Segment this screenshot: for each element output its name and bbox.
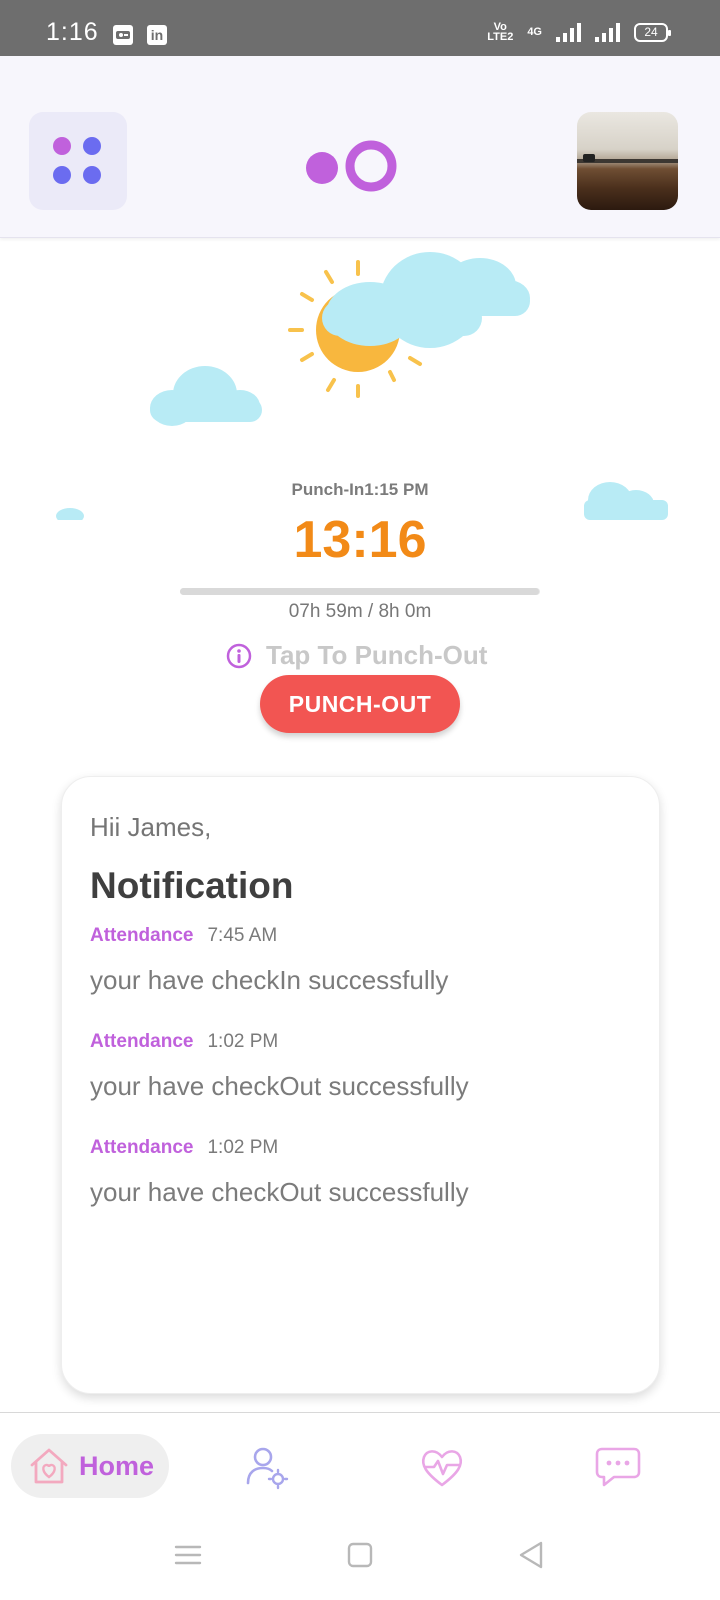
info-icon [226,643,252,668]
heart-pulse-icon[interactable] [418,1443,466,1491]
cloud-icon [322,252,530,348]
home-icon [30,1448,68,1484]
signal-icon-2 [595,22,620,42]
nav-home-label: Home [79,1450,155,1481]
hours-worked: 07h 59m / 8h 0m [288,601,432,622]
notification-message: your have checkIn successfully [90,965,449,995]
profile-avatar[interactable] [577,112,678,210]
app-header [0,56,720,238]
notification-category: Attendance [90,925,194,946]
notification-time: 7:45 AM [207,925,278,946]
punch-hint-text: Tap To Punch-Out [266,640,488,670]
network-4g-indicator: 4G [527,26,542,38]
status-time: 1:16 [46,18,99,46]
home-system-icon[interactable] [343,1538,377,1572]
system-navigation [0,1522,720,1600]
menu-button[interactable] [29,112,127,210]
user-settings-icon[interactable] [244,1443,292,1491]
notification-title: Notification [90,865,294,906]
notification-item[interactable]: Attendance 1:02 PM your have checkOut su… [90,1031,650,1102]
notification-time: 1:02 PM [207,1137,279,1158]
weather-illustration [56,252,668,520]
notification-card: Hii James, Notification Attendance 7:45 … [61,776,660,1394]
notification-category: Attendance [90,1137,194,1158]
back-icon[interactable] [514,1538,548,1572]
notification-item[interactable]: Attendance 1:02 PM your have checkOut su… [90,1137,650,1208]
signal-icon [556,22,581,42]
current-time: 13:16 [293,511,427,569]
punch-out-button[interactable]: PUNCH-OUT [260,675,460,733]
notification-message: your have checkOut successfully [90,1071,469,1101]
chat-icon[interactable] [594,1443,642,1491]
app-logo [306,140,397,192]
linkedin-icon: in [147,25,167,45]
work-progress-bar [180,588,540,595]
recent-apps-icon[interactable] [171,1538,205,1572]
cloud-icon-small [150,366,262,426]
notification-time: 1:02 PM [207,1031,279,1052]
battery-icon: 24 [634,22,671,42]
notification-item[interactable]: Attendance 7:45 AM your have checkIn suc… [90,925,650,996]
bottom-navigation: Home [0,1412,720,1522]
status-bar: 1:16 in Vo LTE2 4G 24 [0,0,720,56]
work-progress-fill [180,588,540,595]
notification-message: your have checkOut successfully [90,1177,469,1207]
greeting-text: Hii James, [90,812,212,842]
volte-icon: Vo LTE2 [487,21,514,43]
screen-recorder-icon [113,25,133,45]
punch-in-label: Punch-In1:15 PM [291,480,429,499]
punch-hint: Tap To Punch-Out [226,640,487,671]
notification-category: Attendance [90,1031,194,1052]
nav-home-tab[interactable]: Home [11,1434,169,1498]
status-indicators: Vo LTE2 4G 24 [487,21,671,43]
